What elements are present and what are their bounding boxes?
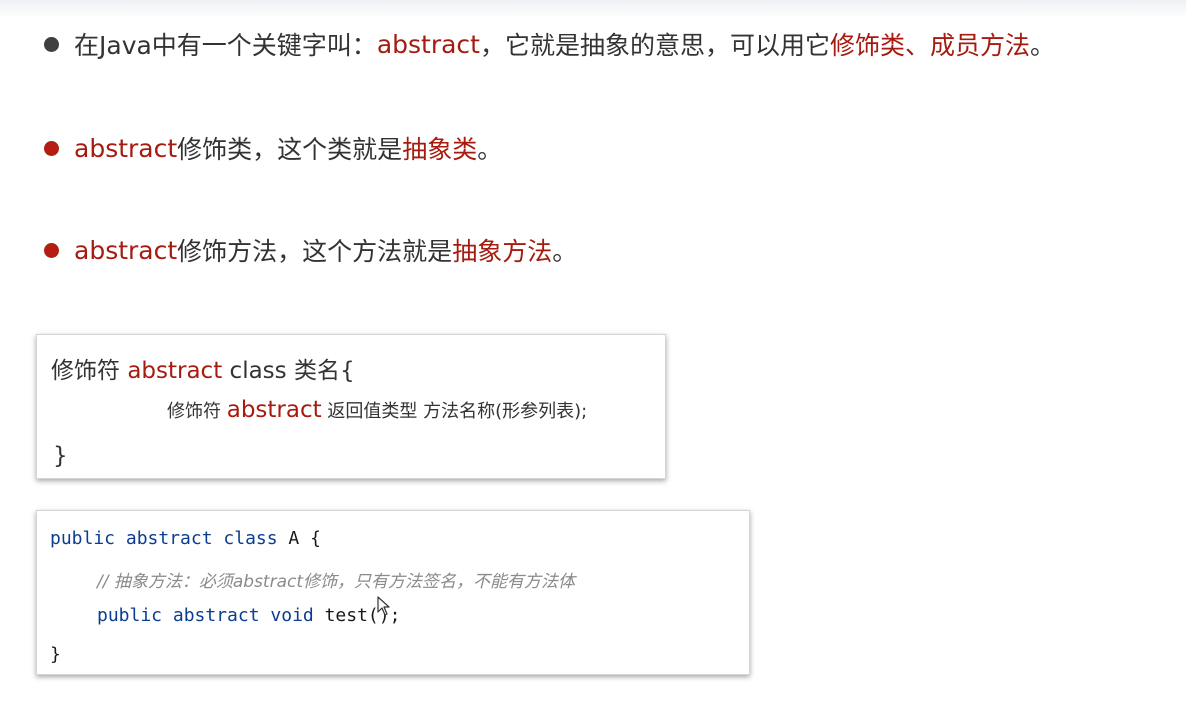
syntax-method-signature: 返回值类型 方法名称(形参列表); [321, 401, 588, 422]
syntax-method-line: 修饰符 abstract 返回值类型 方法名称(形参列表); [167, 397, 587, 423]
mouse-pointer-icon [377, 596, 390, 616]
bullet-text-3-keyword: abstract [74, 235, 178, 265]
code-closing-brace: } [50, 644, 61, 665]
code-class-keywords: public abstract class [50, 528, 278, 549]
bullet-text-2-part-1: 修饰类，这个类就是 [177, 135, 403, 164]
bullet-dot-icon [44, 140, 59, 156]
bullet-dot-icon [44, 36, 59, 52]
syntax-template-box: 修饰符 abstract class 类名{ 修饰符 abstract 返回值类… [36, 334, 666, 479]
code-comment-line: // 抽象方法：必须abstract修饰，只有方法签名，不能有方法体 [97, 567, 575, 592]
syntax-method-modifier: 修饰符 [167, 401, 227, 422]
bullet-item-1: 在Java中有一个关键字叫： abstract ，它就是抽象的意思，可以用它 修饰类、… [44, 26, 1055, 62]
bullet-text-2-keyword: abstract [74, 133, 178, 163]
bullet-text-1-emphasis: 修饰类、成员方法 [830, 31, 1031, 60]
code-comment: // 抽象方法：必须abstract修饰，只有方法签名，不能有方法体 [97, 572, 576, 592]
bullet-text-3-emphasis: 抽象方法 [452, 237, 553, 266]
bullet-text-1-end: 。 [1030, 31, 1056, 60]
top-band [0, 0, 1186, 18]
bullet-text-1-keyword: abstract [376, 29, 480, 59]
bullet-item-2: abstract 修饰类，这个类就是 抽象类。 [44, 130, 502, 166]
bullet-text-3-part-1: 修饰方法，这个方法就是 [177, 237, 453, 266]
syntax-method-abstract-keyword: abstract [226, 397, 322, 423]
bullet-text-2-end: 。 [477, 135, 503, 164]
code-class-declaration: public abstract class A { [50, 528, 321, 549]
bullet-text-1-part-2: ，它就是抽象的意思，可以用它 [479, 31, 830, 60]
code-example-box: public abstract class A { // 抽象方法：必须abst… [36, 510, 750, 675]
code-class-name: A { [277, 528, 321, 549]
code-method-declaration: public abstract void test(); [97, 605, 400, 626]
syntax-class-name: class 类名{ [222, 358, 355, 384]
bullet-dot-icon [44, 242, 59, 258]
syntax-abstract-keyword: abstract [127, 358, 223, 384]
bullet-text-2-emphasis: 抽象类 [402, 135, 478, 164]
bullet-text-3-end: 。 [552, 237, 578, 266]
syntax-modifier: 修饰符 [51, 358, 128, 384]
syntax-closing-brace: } [53, 443, 68, 469]
bullet-item-3: abstract 修饰方法，这个方法就是 抽象方法。 [44, 232, 577, 268]
syntax-class-line: 修饰符 abstract class 类名{ [51, 351, 355, 385]
code-method-keywords: public abstract void [97, 605, 314, 626]
bullet-text-1-part-1: 在Java中有一个关键字叫： [74, 31, 377, 60]
